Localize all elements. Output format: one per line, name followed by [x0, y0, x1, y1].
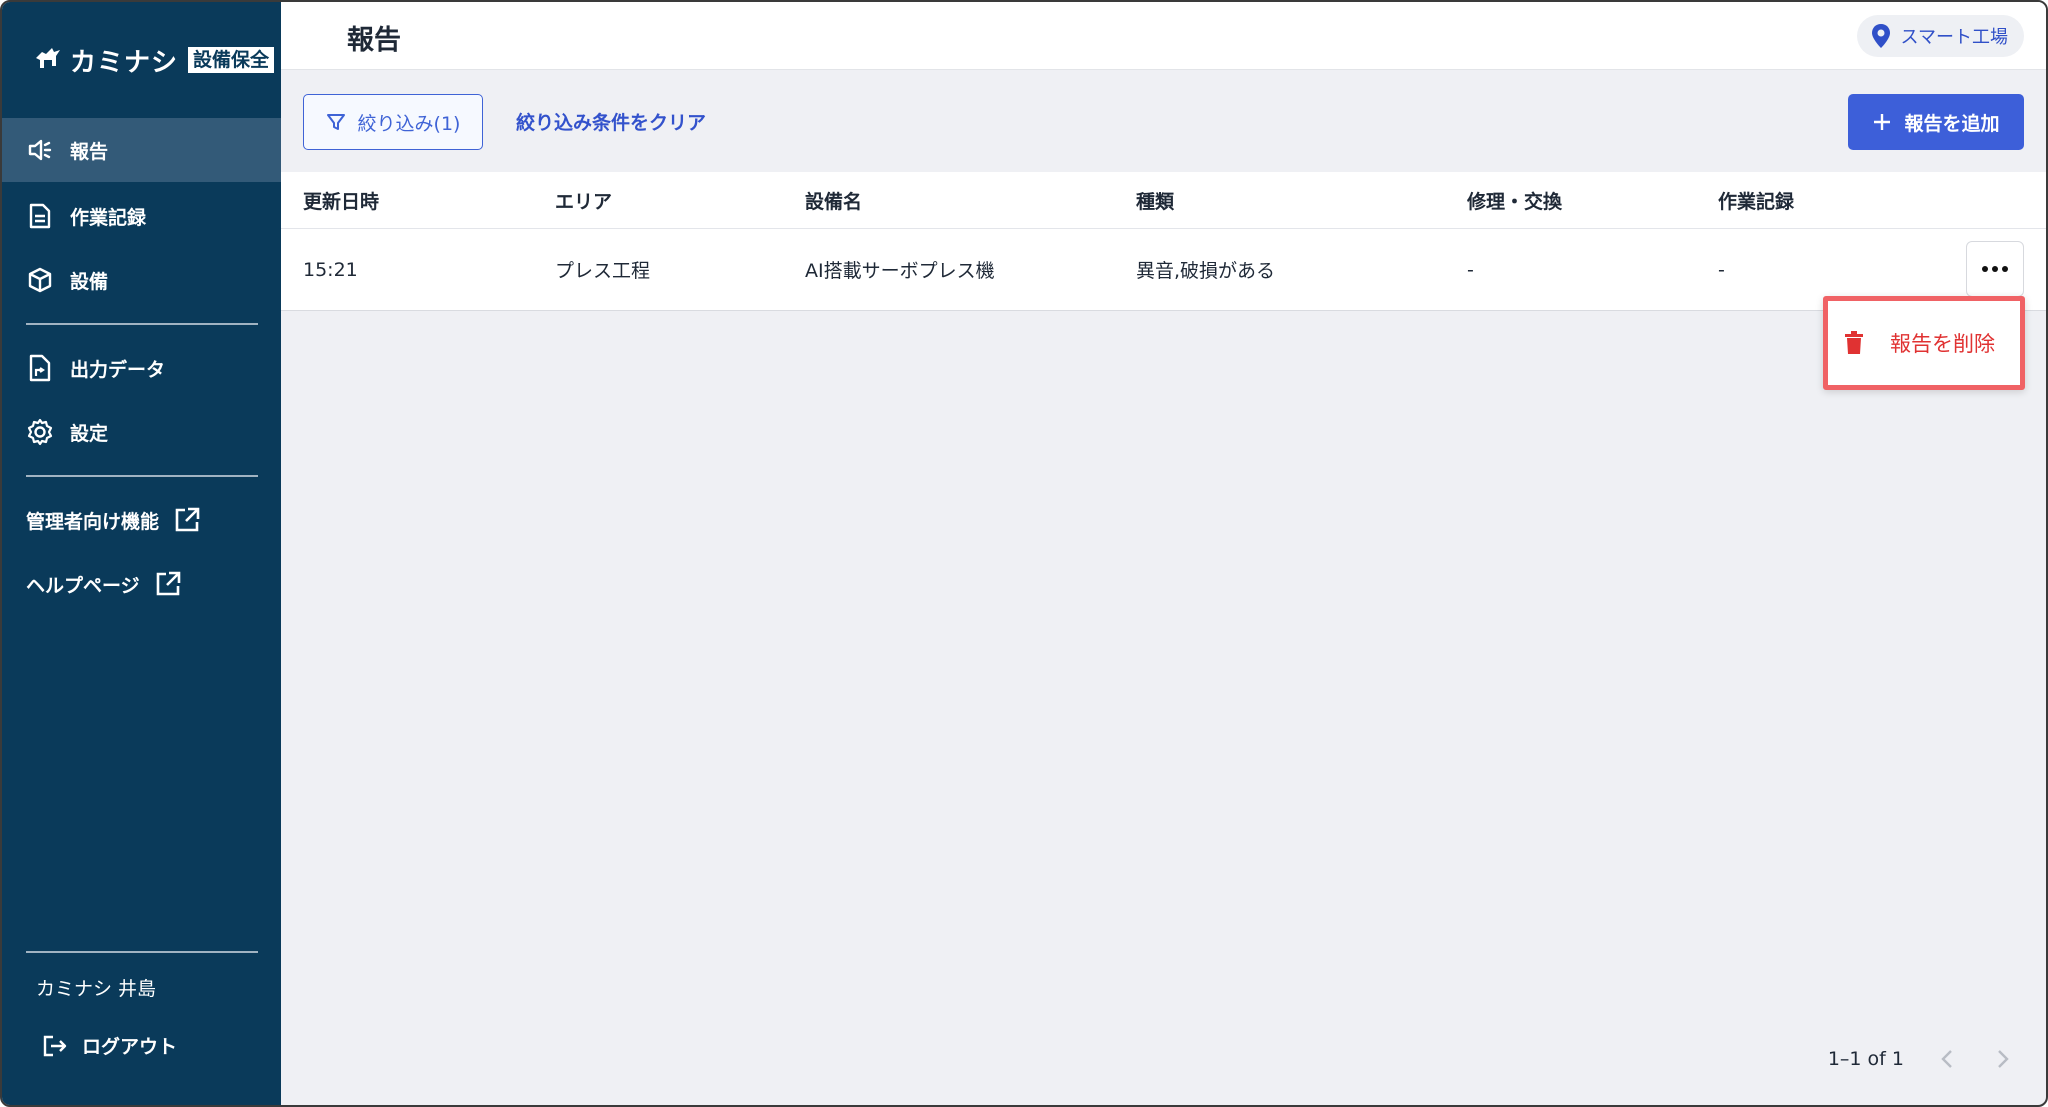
- sidebar-item-label: 出力データ: [70, 358, 166, 381]
- sidebar-item-label: 作業記録: [70, 206, 147, 229]
- sidebar-divider: [26, 475, 258, 477]
- cell-area: プレス工程: [555, 260, 651, 282]
- trash-icon: [1845, 331, 1863, 354]
- plus-icon: [1874, 114, 1891, 130]
- reports-table: 更新日時 エリア 設備名 種類 修理・交換 作業記録 15:21 プレス工程 A…: [281, 172, 2046, 311]
- sidebar-link-label: ヘルプページ: [26, 574, 140, 597]
- location-pin-icon: [1871, 24, 1890, 48]
- sidebar-divider: [26, 323, 258, 325]
- filter-button[interactable]: 絞り込み(1): [303, 94, 483, 150]
- cell-repair-replace: -: [1467, 258, 1474, 281]
- external-link-icon: [156, 571, 180, 596]
- row-actions-menu: 報告を削除: [1823, 296, 2025, 390]
- filter-label: 絞り込み(1): [357, 112, 461, 135]
- logout-label: ログアウト: [82, 1036, 178, 1058]
- delete-report-menu-item[interactable]: 報告を削除: [1828, 301, 2020, 385]
- sidebar-item-settings[interactable]: 設定: [2, 400, 281, 464]
- cell-work-record: -: [1718, 258, 1725, 281]
- sidebar-link-label: 管理者向け機能: [26, 510, 160, 533]
- chevron-right-icon: [1998, 1050, 2009, 1068]
- clear-filter-link[interactable]: 絞り込み条件をクリア: [516, 108, 706, 135]
- page-title: 報告: [347, 25, 401, 56]
- cell-type: 異音,破損がある: [1136, 260, 1276, 282]
- column-header-area[interactable]: エリア: [555, 172, 612, 228]
- sidebar-item-output-data[interactable]: 出力データ: [2, 336, 281, 400]
- sidebar-link-help[interactable]: ヘルプページ: [26, 564, 182, 604]
- row-actions-button[interactable]: [1966, 241, 2024, 297]
- sidebar-item-label: 報告: [70, 140, 109, 163]
- location-label: スマート工場: [1900, 27, 2008, 48]
- column-header-repair-replace[interactable]: 修理・交換: [1467, 172, 1562, 228]
- sidebar-item-equipment[interactable]: 設備: [2, 248, 281, 312]
- delete-report-label: 報告を削除: [1890, 332, 1995, 356]
- pagination-range: 1–1 of 1: [1827, 1048, 1904, 1070]
- pagination: 1–1 of 1: [1828, 1046, 2016, 1072]
- app-logo[interactable]: カミナシ 設備保全: [32, 38, 275, 82]
- sidebar-divider: [26, 951, 258, 953]
- chevron-left-icon: [1941, 1050, 1952, 1068]
- cell-equipment-name: AI搭載サーボプレス機: [805, 260, 995, 282]
- file-export-icon: [26, 354, 54, 382]
- logout-button[interactable]: ログアウト: [42, 1032, 177, 1059]
- logo-badge: 設備保全: [188, 47, 275, 73]
- user-name: カミナシ 井島: [36, 978, 157, 1000]
- cube-icon: [26, 266, 54, 294]
- next-page-button[interactable]: [1990, 1046, 2016, 1072]
- logo-text: カミナシ: [70, 47, 179, 78]
- cell-updated-at: 15:21: [303, 258, 358, 281]
- column-header-updated-at[interactable]: 更新日時: [303, 172, 379, 228]
- add-report-button[interactable]: 報告を追加: [1848, 94, 2024, 150]
- more-dot-icon: [1992, 266, 1998, 272]
- column-header-work-record[interactable]: 作業記録: [1718, 172, 1794, 228]
- more-dot-icon: [2002, 266, 2008, 272]
- more-dot-icon: [1982, 266, 1988, 272]
- header: 報告 スマート工場: [281, 2, 2046, 70]
- table-row[interactable]: 15:21 プレス工程 AI搭載サーボプレス機 異音,破損がある - -: [281, 229, 2046, 311]
- previous-page-button[interactable]: [1934, 1046, 1960, 1072]
- goat-logo-icon: [36, 48, 60, 68]
- app-window: カミナシ 設備保全 報告 作業記録 設備 出力データ 設定 管理者向け機能 ヘル…: [0, 0, 2048, 1107]
- sidebar-item-reports[interactable]: 報告: [2, 118, 281, 182]
- logout-icon: [43, 1035, 67, 1056]
- document-icon: [26, 202, 54, 230]
- gear-icon: [26, 418, 54, 446]
- location-selector[interactable]: スマート工場: [1856, 15, 2024, 57]
- column-header-equipment-name[interactable]: 設備名: [805, 172, 862, 228]
- external-link-icon: [175, 507, 200, 532]
- sidebar-item-label: 設定: [70, 422, 109, 445]
- sidebar-link-admin[interactable]: 管理者向け機能: [26, 500, 201, 540]
- megaphone-icon: [26, 136, 54, 164]
- filter-icon: [326, 114, 345, 130]
- add-report-label: 報告を追加: [1904, 112, 2000, 135]
- sidebar-item-label: 設備: [70, 270, 109, 293]
- sidebar-item-work-records[interactable]: 作業記録: [2, 184, 281, 248]
- sidebar: カミナシ 設備保全 報告 作業記録 設備 出力データ 設定 管理者向け機能 ヘル…: [2, 2, 281, 1105]
- table-header-row: 更新日時 エリア 設備名 種類 修理・交換 作業記録: [281, 172, 2046, 229]
- column-header-type[interactable]: 種類: [1136, 172, 1174, 228]
